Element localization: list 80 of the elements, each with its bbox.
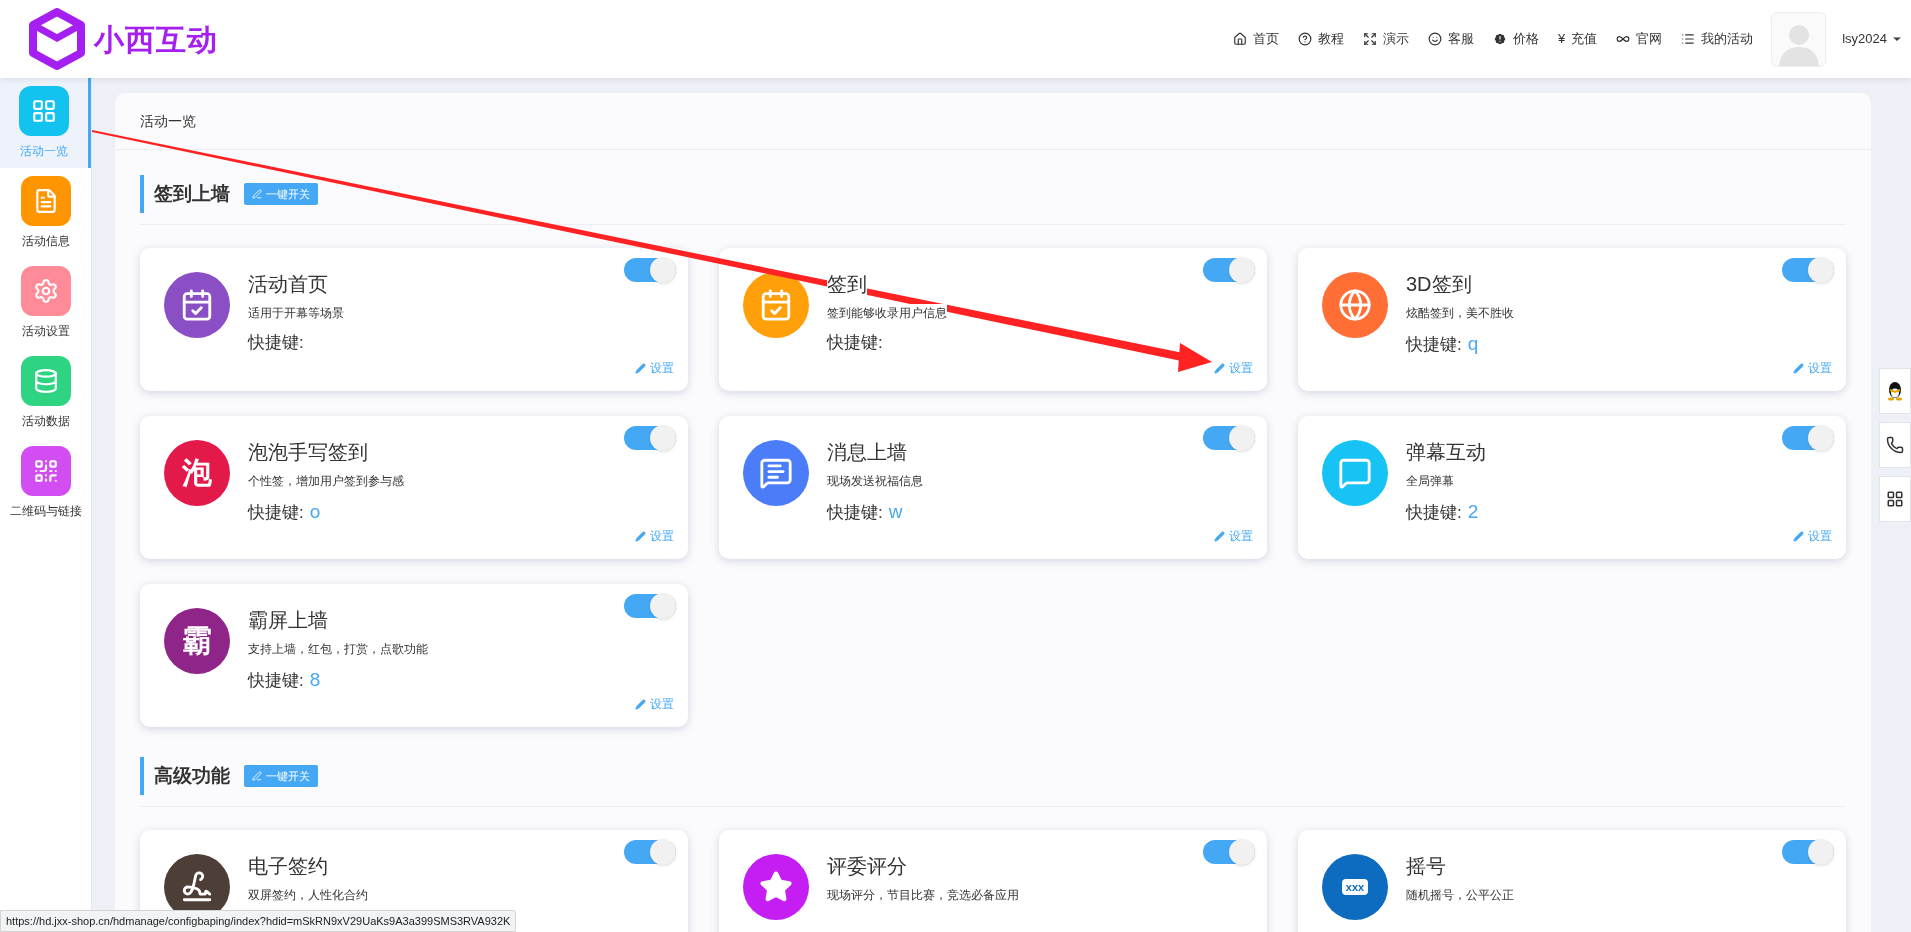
- card-description: 签到能够收录用户信息: [827, 304, 947, 322]
- phone-contact-button[interactable]: [1879, 422, 1911, 468]
- card-description: 现场发送祝福信息: [827, 472, 923, 490]
- shortcut-label: 快捷键:: [1406, 502, 1462, 524]
- nav-link[interactable]: 教程: [1297, 29, 1344, 49]
- shortcut-label: 快捷键:: [248, 502, 304, 524]
- pencil-icon: [1793, 530, 1804, 542]
- help-icon: [1297, 32, 1312, 46]
- card-description: 随机摇号，公平公正: [1406, 886, 1514, 904]
- home-icon: [1232, 32, 1247, 46]
- nav-link[interactable]: 演示: [1362, 29, 1409, 49]
- nav-link[interactable]: 官网: [1616, 29, 1663, 49]
- expand-icon: [1362, 32, 1377, 46]
- pencil-icon: [635, 362, 646, 374]
- qr-code-icon: [32, 458, 59, 484]
- shortcut-key: 8: [309, 666, 321, 695]
- sidebar-item[interactable]: 活动数据: [0, 348, 91, 438]
- shortcut-key: o: [309, 498, 321, 527]
- character-badge-icon: 霸: [164, 608, 230, 674]
- apps-button[interactable]: [1879, 476, 1911, 522]
- nav-link[interactable]: 首页: [1232, 29, 1279, 49]
- nav-link[interactable]: ¥ 充值: [1557, 29, 1598, 49]
- shortcut-label: 快捷键:: [827, 502, 883, 524]
- pencil-icon: [1214, 530, 1225, 542]
- user-menu[interactable]: lsy2024: [1842, 29, 1903, 49]
- pencil-icon: [1793, 362, 1804, 374]
- section-title: 签到上墙: [154, 181, 230, 206]
- card-description: 现场评分，节目比赛，竞选必备应用: [827, 886, 1019, 904]
- panel-title: 活动一览: [140, 111, 196, 131]
- character-badge-icon: 泡: [164, 440, 230, 506]
- toggle-switch[interactable]: [624, 258, 676, 282]
- toggle-switch[interactable]: [624, 840, 676, 864]
- toggle-switch[interactable]: [1203, 426, 1255, 450]
- pen-icon: [252, 189, 262, 199]
- toggle-switch[interactable]: [1782, 258, 1834, 282]
- grid-icon: [31, 98, 57, 124]
- phone-icon: [1886, 436, 1904, 454]
- status-url: https://hd.jxx-shop.cn/hdmanage/configbaping/index?hdid=mSkRN9xV29UaKs9A3a399SMS3RVA932K: [0, 909, 517, 932]
- shortcut-key: 2: [1467, 498, 1479, 527]
- badge-alert-icon: [1492, 32, 1507, 46]
- card-description: 全局弹幕: [1406, 472, 1454, 490]
- cube-logo-icon: [28, 8, 86, 70]
- shortcut-key: q: [1467, 330, 1479, 359]
- card-description: 双屏签约，人性化合约: [248, 886, 368, 904]
- yen-icon: ¥: [1557, 29, 1566, 49]
- pen-icon: [252, 771, 262, 781]
- sidebar-item[interactable]: 活动设置: [0, 258, 91, 348]
- shortcut-label: 快捷键:: [248, 670, 304, 692]
- shortcut-key: w: [888, 498, 903, 527]
- pencil-icon: [1214, 362, 1225, 374]
- pencil-icon: [635, 530, 646, 542]
- code-box-icon: xxx: [1322, 854, 1388, 920]
- toggle-switch[interactable]: [1782, 426, 1834, 450]
- section-title: 高级功能: [154, 763, 230, 788]
- logo-text: 小西互动: [94, 21, 218, 58]
- database-icon: [32, 368, 59, 394]
- shortcut-label: 快捷键:: [827, 332, 883, 354]
- settings-icon: [32, 278, 59, 304]
- sidebar-item[interactable]: 活动信息: [0, 168, 91, 258]
- sidebar-item[interactable]: 二维码与链接: [0, 438, 91, 528]
- toggle-switch[interactable]: [624, 426, 676, 450]
- nav-link[interactable]: 我的活动: [1681, 29, 1754, 49]
- card-description: 个性签，增加用户签到参与感: [248, 472, 404, 490]
- shortcut-label: 快捷键:: [1406, 334, 1462, 356]
- toggle-switch[interactable]: [1782, 840, 1834, 864]
- nav-link[interactable]: 价格: [1492, 29, 1539, 49]
- qq-contact-button[interactable]: [1879, 368, 1911, 414]
- card-description: 适用于开幕等场景: [248, 304, 344, 322]
- smile-icon: [1427, 32, 1442, 46]
- list-icon: [1681, 32, 1696, 46]
- toggle-switch[interactable]: [1203, 840, 1255, 864]
- card-description: 炫酷签到，美不胜收: [1406, 304, 1514, 322]
- toggle-switch[interactable]: [624, 594, 676, 618]
- toggle-switch[interactable]: [1203, 258, 1255, 282]
- apps-grid-icon: [1886, 490, 1904, 508]
- penguin-icon: [1886, 381, 1904, 401]
- pencil-icon: [635, 698, 646, 710]
- card-description: 支持上墙，红包，打赏，点歌功能: [248, 640, 428, 658]
- shortcut-label: 快捷键:: [248, 332, 304, 354]
- nav-link[interactable]: 客服: [1427, 29, 1474, 49]
